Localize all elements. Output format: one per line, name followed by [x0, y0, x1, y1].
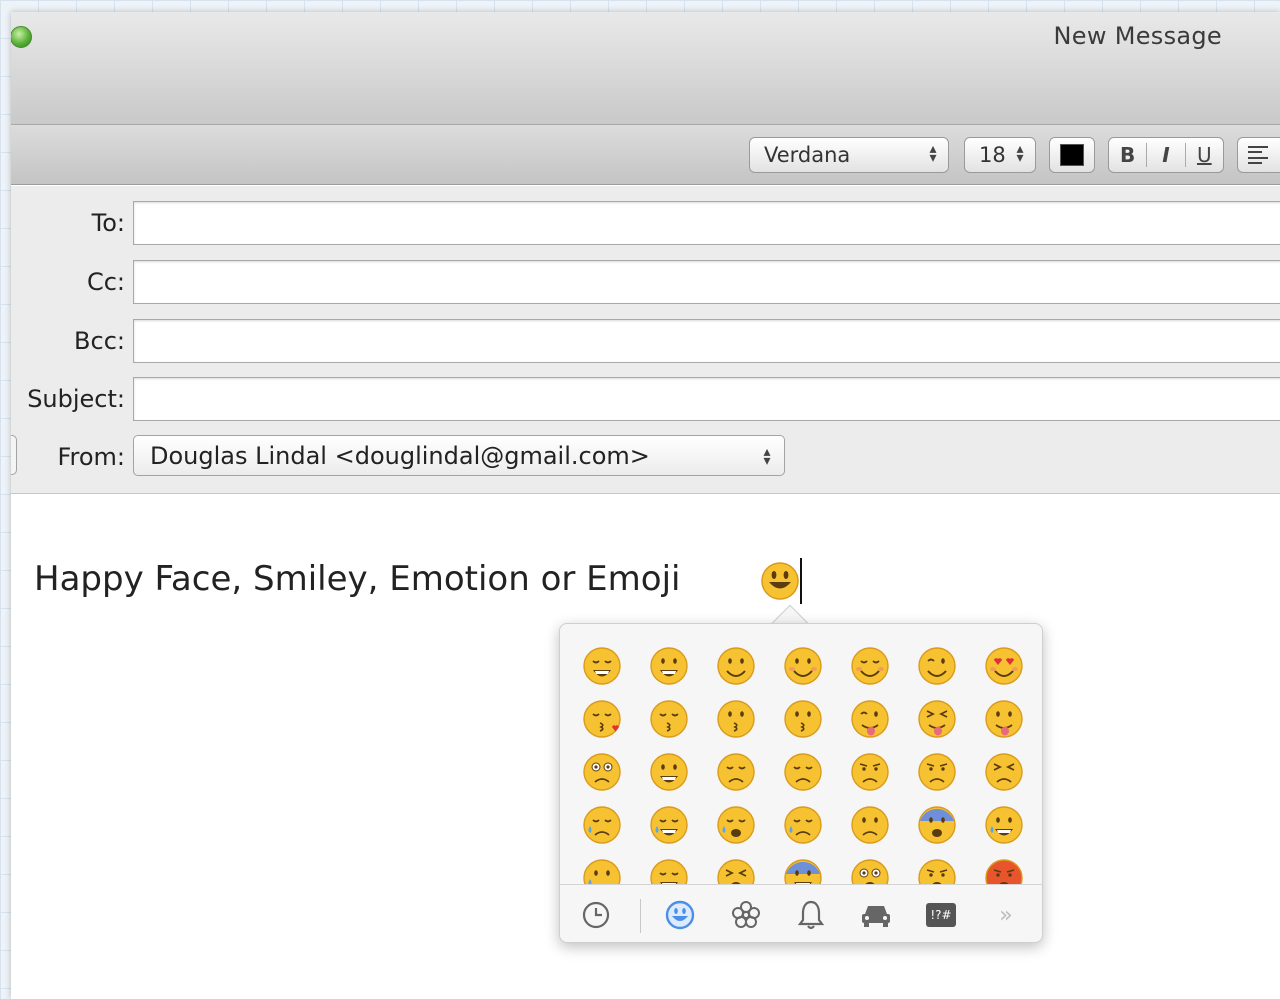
smiley-icon [665, 900, 695, 930]
bcc-row: Bcc: [11, 319, 1280, 363]
emoji-smile-icon[interactable] [717, 647, 755, 685]
cc-label: Cc: [86, 268, 125, 296]
emoji-worried-icon[interactable] [851, 806, 889, 844]
cc-field[interactable] [133, 260, 1280, 304]
emoji-blush-icon[interactable] [784, 647, 822, 685]
emoji-relieved-icon[interactable] [784, 753, 822, 791]
symbols-icon[interactable]: !?# [926, 903, 956, 927]
emoji-relaxed-icon[interactable] [851, 647, 889, 685]
emoji-cry-icon[interactable] [583, 806, 621, 844]
bold-button[interactable]: B [1109, 143, 1148, 167]
to-label: To: [91, 209, 125, 237]
emoji-angry-icon[interactable] [918, 859, 956, 884]
emoji-kisssmile-icon[interactable] [784, 700, 822, 738]
font-size-value: 18 [979, 143, 1006, 167]
window-title: New Message [1053, 22, 1222, 50]
emoji-tired-icon[interactable] [717, 859, 755, 884]
from-value: Douglas Lindal <douglindal@gmail.com> [150, 442, 650, 470]
from-select[interactable]: Douglas Lindal <douglindal@gmail.com> ▴ ▾ [133, 435, 785, 476]
from-row: From: Douglas Lindal <douglindal@gmail.c… [11, 435, 1280, 479]
text-style-group: B I U [1108, 137, 1224, 173]
car-icon [862, 906, 890, 927]
text-color-button[interactable] [1049, 137, 1095, 173]
subject-label: Subject: [27, 385, 125, 413]
emoji-unamused-icon[interactable] [851, 753, 889, 791]
emoji-kissheart-icon[interactable] [583, 700, 621, 738]
to-row: To: [11, 201, 1280, 245]
color-swatch [1060, 144, 1084, 166]
message-body-text[interactable]: Happy Face, Smiley, Emotion or Emoji [34, 559, 680, 599]
bell-icon [797, 900, 825, 930]
subject-row: Subject: [11, 377, 1280, 421]
smiley-emoji-icon [761, 562, 799, 600]
emoji-squinttongue-icon[interactable] [918, 700, 956, 738]
message-headers: To: Cc: Bcc: Subject: From: Douglas Lind… [11, 186, 1280, 494]
font-select-value: Verdana [764, 143, 851, 167]
tab-nature[interactable] [728, 897, 764, 933]
flower-icon [732, 901, 760, 928]
emoji-winktongue-icon[interactable] [851, 700, 889, 738]
zoom-button-icon[interactable] [11, 26, 32, 48]
emoji-weary-icon[interactable] [650, 859, 688, 884]
emoji-grimace-icon[interactable] [650, 753, 688, 791]
font-size-select[interactable]: 18 ▴ ▾ [964, 137, 1036, 173]
emoji-tongue-icon[interactable] [985, 700, 1023, 738]
tab-divider [640, 899, 641, 933]
emoji-kiss-icon[interactable] [717, 700, 755, 738]
underline-button[interactable]: U [1186, 143, 1223, 167]
tab-people[interactable] [662, 897, 698, 933]
italic-button[interactable]: I [1147, 143, 1186, 167]
emoji-shock-icon[interactable] [851, 859, 889, 884]
emoji-grid[interactable] [578, 642, 1038, 884]
emoji-sweat-icon[interactable] [583, 859, 621, 884]
tab-places[interactable] [858, 897, 894, 933]
emoji-hearteyes-icon[interactable] [985, 647, 1023, 685]
emoji-sleepy-icon[interactable] [784, 806, 822, 844]
emoji-category-tabs: !?# » [560, 884, 1042, 944]
format-bar: Verdana ▴ ▾ 18 ▴ ▾ B I U [11, 125, 1280, 185]
tab-recent[interactable] [578, 897, 614, 933]
more-icon[interactable]: » [988, 897, 1024, 933]
align-left-icon [1248, 146, 1268, 164]
emoji-wink-icon[interactable] [918, 647, 956, 685]
text-cursor [800, 558, 802, 604]
emoji-sob-icon[interactable] [717, 806, 755, 844]
tab-objects[interactable] [793, 897, 829, 933]
mail-compose-window: New Message Verdana ▴ ▾ 18 ▴ ▾ B I U To: C… [11, 12, 1280, 999]
emoji-kissclosed-icon[interactable] [650, 700, 688, 738]
emoji-grin-icon[interactable] [583, 647, 621, 685]
subject-field[interactable] [133, 377, 1280, 421]
updown-arrows-icon: ▴ ▾ [763, 444, 771, 469]
bcc-label: Bcc: [74, 327, 125, 355]
emoji-joy-icon[interactable] [650, 806, 688, 844]
emoji-sweatsmile-icon[interactable] [985, 806, 1023, 844]
cc-row: Cc: [11, 260, 1280, 304]
font-select[interactable]: Verdana ▴ ▾ [749, 137, 949, 173]
emoji-bigsmile-icon[interactable] [650, 647, 688, 685]
bcc-field[interactable] [133, 319, 1280, 363]
emoji-scream-icon[interactable] [784, 859, 822, 884]
title-bar[interactable]: New Message [11, 12, 1280, 125]
emoji-flushed-icon[interactable] [583, 753, 621, 791]
updown-arrows-icon: ▴ ▾ [929, 141, 937, 166]
emoji-fearful-icon[interactable] [918, 806, 956, 844]
from-label: From: [57, 443, 125, 471]
emoji-persevere-icon[interactable] [985, 753, 1023, 791]
emoji-disappointed-icon[interactable] [918, 753, 956, 791]
updown-arrows-icon: ▴ ▾ [1016, 141, 1024, 166]
emoji-pensive-icon[interactable] [717, 753, 755, 791]
align-left-button[interactable] [1237, 137, 1280, 173]
emoji-rage-icon[interactable] [985, 859, 1023, 884]
to-field[interactable] [133, 201, 1280, 245]
emoji-grid-canvas[interactable] [578, 642, 1038, 884]
emoji-picker: !?# » [559, 623, 1043, 943]
clock-icon [582, 901, 610, 929]
